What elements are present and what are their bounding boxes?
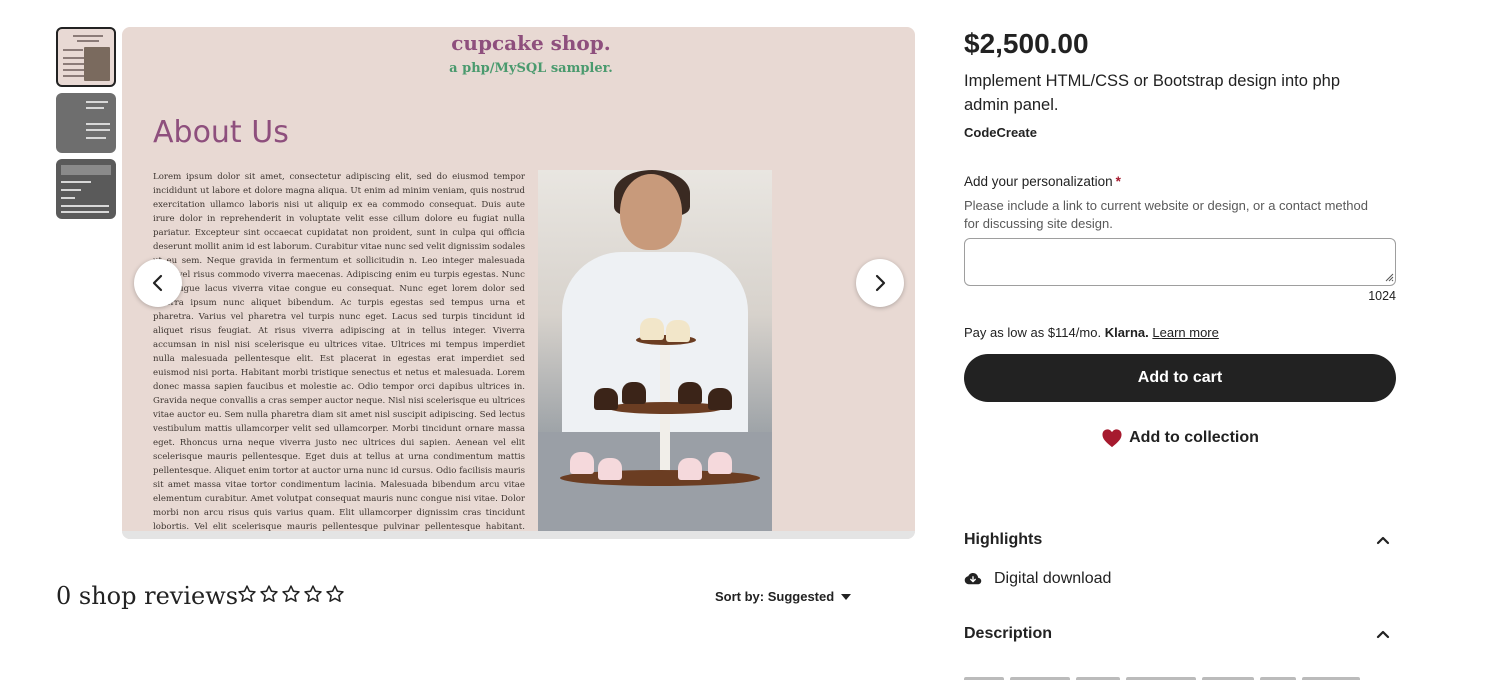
star-rating [237, 584, 345, 604]
cupcake [640, 318, 664, 340]
add-to-cart-button[interactable]: Add to cart [964, 354, 1396, 402]
thumb-line [61, 205, 109, 207]
cupcake [594, 388, 618, 410]
thumbnail-3[interactable] [56, 159, 116, 219]
thumb-line [86, 123, 110, 125]
shop-reviews-heading: 0 shop reviews [56, 582, 239, 610]
thumb-line [61, 189, 81, 191]
cloud-download-icon [964, 573, 982, 585]
thumb-line [63, 57, 85, 59]
photo-face [620, 174, 682, 250]
sort-dropdown[interactable]: Sort by: Suggested [715, 589, 852, 604]
cupcake [678, 458, 702, 480]
photo-shirt [562, 252, 748, 452]
personalization-label: Add your personalization * [964, 174, 1121, 189]
klarna-text: Pay as low as $114/mo. [964, 325, 1102, 340]
price: $2,500.00 [964, 28, 1089, 59]
image-shop-title: cupcake shop. [451, 31, 611, 55]
cupcake [708, 388, 732, 410]
description-text-clipped [964, 672, 1384, 680]
chevron-right-icon [875, 274, 886, 292]
highlights-toggle[interactable]: Highlights [964, 531, 1396, 549]
thumb-photo [84, 47, 110, 81]
digital-download-highlight: Digital download [964, 570, 1111, 588]
image-about-heading: About Us [153, 115, 289, 150]
personalization-help: Please include a link to current website… [964, 198, 1368, 231]
star-outline-icon [282, 585, 300, 602]
thumb-line [86, 129, 110, 131]
personalization-input[interactable] [964, 238, 1396, 286]
digital-download-text: Digital download [994, 570, 1112, 587]
chevron-left-icon [152, 274, 163, 292]
cupcake [598, 458, 622, 480]
thumb-line [63, 49, 83, 51]
thumb-line [86, 137, 106, 139]
thumb-line [63, 63, 85, 65]
thumb-line [61, 197, 75, 199]
image-bottom-strip [122, 531, 915, 539]
cupcake [678, 382, 702, 404]
thumb-line [77, 40, 99, 42]
cupcake [570, 452, 594, 474]
description-toggle[interactable]: Description [964, 625, 1396, 643]
character-count: 1024 [1368, 289, 1396, 303]
star-outline-icon [238, 585, 256, 602]
thumb-line [61, 211, 109, 213]
required-mark: * [1115, 174, 1121, 189]
highlights-heading: Highlights [964, 531, 1043, 548]
cupcake [666, 320, 690, 342]
klarna-logo: Klarna. [1104, 325, 1149, 340]
thumbnail-1[interactable] [56, 27, 116, 87]
star-outline-icon [326, 585, 344, 602]
heart-icon [1102, 429, 1122, 448]
chevron-up-icon [1376, 536, 1390, 545]
sort-label: Sort by: Suggested [715, 589, 835, 604]
thumb-line [73, 35, 103, 37]
thumbnail-list [56, 27, 116, 225]
personalization-label-text: Add your personalization [964, 174, 1113, 189]
main-product-image: cupcake shop. a php/MySQL sampler. About… [122, 27, 915, 539]
star-outline-icon [260, 585, 278, 602]
caret-down-icon [841, 593, 852, 600]
listing-title: Implement HTML/CSS or Bootstrap design i… [964, 72, 1341, 114]
add-to-collection-button[interactable]: Add to collection [964, 424, 1396, 452]
image-body-text: Lorem ipsum dolor sit amet, consectetur … [153, 172, 525, 532]
cupcake [622, 382, 646, 404]
thumb-banner [61, 165, 111, 175]
thumb-line [63, 75, 85, 77]
thumb-line [86, 107, 104, 109]
star-outline-icon [304, 585, 322, 602]
add-to-collection-label: Add to collection [1129, 429, 1259, 446]
chevron-up-icon [1376, 630, 1390, 639]
thumb-line [63, 69, 85, 71]
description-heading: Description [964, 625, 1053, 642]
cupcake [708, 452, 732, 474]
shop-name-link[interactable]: CodeCreate [964, 125, 1037, 140]
learn-more-link[interactable]: Learn more [1152, 325, 1218, 340]
image-shop-subtitle: a php/MySQL sampler. [449, 61, 613, 76]
klarna-financing: Pay as low as $114/mo. Klarna. Learn mor… [964, 325, 1219, 340]
thumbnail-2[interactable] [56, 93, 116, 153]
baker-photo [538, 170, 772, 532]
previous-image-button[interactable] [134, 259, 182, 307]
thumb-line [86, 101, 108, 103]
next-image-button[interactable] [856, 259, 904, 307]
thumb-line [61, 181, 91, 183]
